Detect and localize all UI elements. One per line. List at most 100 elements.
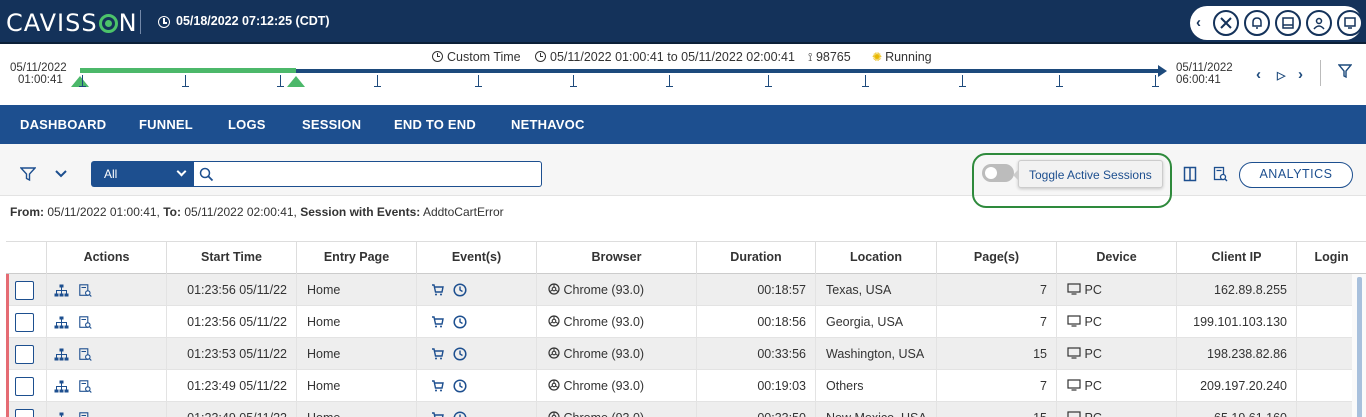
table-row[interactable]: 01:23:49 05/11/22Home Chrome (93.0) 00:33… (6, 402, 1366, 417)
search-input[interactable] (218, 164, 536, 184)
tab-end-to-end[interactable]: END TO END (394, 117, 476, 132)
timeline-selected-range[interactable] (80, 68, 296, 73)
cart-icon[interactable] (431, 284, 444, 296)
row-checkbox[interactable] (15, 377, 34, 396)
cart-icon[interactable] (431, 380, 444, 392)
chevron-right-icon[interactable]: › (1298, 66, 1303, 83)
entry-page-cell: Home (296, 306, 416, 338)
chevron-left-icon[interactable]: ‹ (1256, 66, 1261, 83)
table-row[interactable]: 01:23:56 05/11/22 Home Chrome (93.0) 00:18… (6, 274, 1366, 306)
clock-icon[interactable] (453, 411, 467, 417)
analytics-button[interactable]: ANALYTICS (1239, 162, 1353, 188)
login-cell (1296, 402, 1352, 417)
flow-tree-icon[interactable] (54, 380, 69, 393)
header-events[interactable]: Event(s) (416, 242, 536, 275)
table-row[interactable]: 01:23:49 05/11/22 Home Chrome (93.0) 00:19… (6, 370, 1366, 402)
filter-icon[interactable] (20, 166, 36, 182)
clock-icon[interactable] (453, 347, 467, 361)
events-value: AddtoCartError (422, 205, 504, 219)
timebar-separator (1320, 60, 1321, 86)
toggle-active-sessions-switch[interactable] (982, 164, 1014, 182)
flow-tree-icon[interactable] (54, 348, 69, 361)
client-ip-cell: 198.238.82.86 (1176, 338, 1296, 370)
row-checkbox[interactable] (15, 409, 34, 417)
browser-cell: Chrome (93.0) (536, 370, 696, 402)
device-label: PC (1084, 315, 1102, 329)
chevron-down-icon (176, 166, 187, 177)
header-login[interactable]: Login (1296, 242, 1366, 275)
clock-icon[interactable] (453, 379, 467, 393)
toggle-tooltip: Toggle Active Sessions (1013, 160, 1163, 188)
time-mode-label: Custom Time (447, 50, 521, 64)
timeline-track[interactable] (296, 69, 1160, 73)
timeline-tick (765, 75, 772, 87)
document-search-icon[interactable] (1213, 166, 1228, 182)
flow-tree-icon[interactable] (54, 412, 69, 417)
flow-tree-icon[interactable] (54, 284, 69, 297)
header-browser[interactable]: Browser (536, 242, 696, 275)
device-label: PC (1084, 411, 1101, 417)
filter-select-value: All (104, 167, 118, 181)
device-cell: PC (1056, 370, 1176, 402)
start-time-cell: 01:23:56 05/11/22 (166, 306, 296, 338)
actions-cell (46, 338, 166, 370)
clock-icon (432, 51, 443, 62)
document-search-icon[interactable] (79, 348, 92, 361)
tab-logs[interactable]: LOGS (228, 117, 266, 132)
document-search-icon[interactable] (79, 380, 92, 393)
header-actions[interactable]: Actions (46, 242, 166, 275)
header-client-ip[interactable]: Client IP (1176, 242, 1296, 275)
time-mode[interactable]: Custom Time (432, 50, 521, 64)
bell-icon[interactable] (1244, 10, 1270, 36)
header-entry-page[interactable]: Entry Page (296, 242, 416, 275)
header-location[interactable]: Location (815, 242, 936, 275)
chevron-down-icon[interactable] (53, 166, 69, 182)
tab-session[interactable]: SESSION (302, 117, 361, 132)
to-label: To: (163, 205, 181, 219)
cart-icon[interactable] (431, 316, 444, 328)
header-pages[interactable]: Page(s) (936, 242, 1056, 275)
pc-icon (1067, 347, 1081, 361)
scrollbar-thumb[interactable] (1357, 277, 1362, 417)
timeline-tick (374, 75, 381, 87)
table-row[interactable]: 01:23:56 05/11/22 Home Chrome (93.0) 00:18… (6, 306, 1366, 338)
timeline-tick (666, 75, 673, 87)
row-checkbox[interactable] (15, 313, 34, 332)
document-search-icon[interactable] (79, 316, 92, 329)
timeline-tick (475, 75, 482, 87)
filter-icon[interactable] (1338, 64, 1352, 78)
header-device[interactable]: Device (1056, 242, 1176, 275)
monitor-icon[interactable] (1337, 10, 1363, 36)
row-checkbox[interactable] (15, 345, 34, 364)
document-search-icon[interactable] (79, 284, 92, 297)
document-search-icon[interactable] (79, 412, 92, 417)
tab-nethavoc[interactable]: NETHAVOC (511, 117, 585, 132)
top-bar: CAVISS N 05/18/2022 07:12:25 (CDT) ‹ (0, 0, 1366, 44)
events-cell (416, 306, 536, 338)
user-icon[interactable] (1306, 10, 1332, 36)
play-icon[interactable]: ▷ (1277, 69, 1285, 82)
filter-select[interactable]: All (91, 161, 194, 187)
header-start-time[interactable]: Start Time (166, 242, 296, 275)
tab-dashboard[interactable]: DASHBOARD (20, 117, 106, 132)
device-label: PC (1084, 283, 1102, 297)
clock-icon[interactable] (453, 283, 467, 297)
client-ip-cell: 199.101.103.130 (1176, 306, 1296, 338)
table-row[interactable]: 01:23:53 05/11/22 Home Chrome (93.0) 00:33… (6, 338, 1366, 370)
cart-icon[interactable] (431, 412, 444, 417)
tab-funnel[interactable]: FUNNEL (139, 117, 193, 132)
clock-icon[interactable] (453, 315, 467, 329)
app-root: { "header": { "logo_left": "CAVISS", "lo… (0, 0, 1366, 417)
header-duration[interactable]: Duration (696, 242, 815, 275)
location-cell: New Mexico, USA (815, 402, 936, 417)
chrome-icon (548, 347, 560, 361)
row-checkbox[interactable] (15, 281, 34, 300)
flow-tree-icon[interactable] (54, 316, 69, 329)
tools-icon[interactable] (1213, 10, 1239, 36)
columns-icon[interactable] (1183, 166, 1197, 182)
duration-cell: 00:18:57 (696, 274, 815, 306)
actions-cell (46, 402, 166, 417)
chevron-left-icon[interactable]: ‹ (1196, 14, 1201, 31)
cart-icon[interactable] (431, 348, 444, 360)
panel-icon[interactable] (1275, 10, 1301, 36)
